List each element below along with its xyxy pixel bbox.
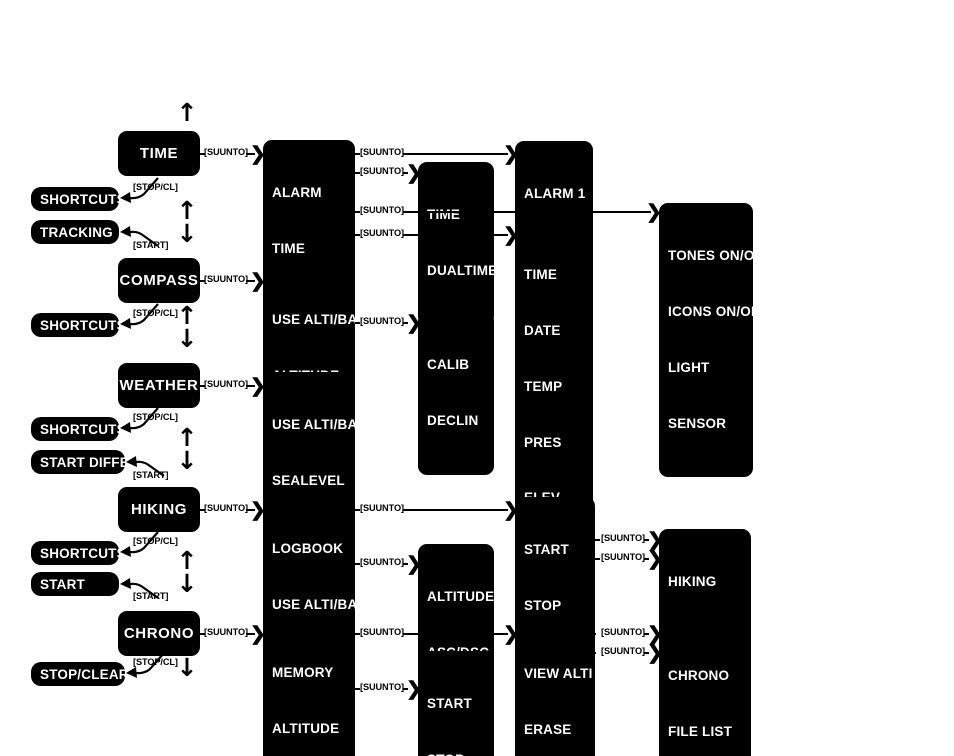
menu-item-calib[interactable]: CALIB bbox=[427, 356, 485, 375]
key-label-suunto-hiking: [SUUNTO] bbox=[204, 503, 248, 513]
pill-weather-shortcuts[interactable]: SHORTCUTS bbox=[31, 417, 126, 441]
menu-item-time[interactable]: TIME bbox=[272, 240, 346, 259]
menu-item-unit-date[interactable]: DATE bbox=[524, 322, 584, 341]
menu-box-time-sub[interactable]: TIME DUALTIME bbox=[418, 162, 497, 325]
menu-item-time-sub[interactable]: TIME bbox=[427, 206, 485, 225]
menu-item-unit-temp[interactable]: TEMP bbox=[524, 378, 584, 397]
menu-item-altitude-chrono[interactable]: ALTITUDE bbox=[272, 720, 346, 739]
menu-item-sealevel[interactable]: SEALEVEL bbox=[272, 472, 346, 491]
connector-view-stub bbox=[595, 539, 600, 541]
key-label-suunto-alarm: [SUUNTO] bbox=[360, 147, 404, 157]
connector-alarm-to-alarms bbox=[403, 153, 508, 155]
pill-chrono-stop-clear[interactable]: STOP/CLEAR bbox=[31, 662, 129, 686]
key-label-suunto-viewalti: [SUUNTO] bbox=[601, 627, 645, 637]
pill-hiking-start[interactable]: START bbox=[31, 572, 119, 596]
menu-item-unit-pres[interactable]: PRES bbox=[524, 434, 584, 453]
hook-weather-shortcuts bbox=[118, 406, 162, 436]
connector-viewalti-stub bbox=[591, 633, 596, 635]
menu-item-sensor[interactable]: SENSOR bbox=[668, 415, 744, 434]
menu-item-filelist-filelist[interactable]: FILE LIST bbox=[668, 723, 742, 742]
menu-item-logbook-start[interactable]: START bbox=[524, 541, 586, 560]
menu-box-general[interactable]: TONES ON/OFF ICONS ON/OFF LIGHT SENSOR bbox=[659, 203, 771, 478]
pill-time-shortcuts[interactable]: SHORTCUTS bbox=[31, 187, 126, 211]
menu-item-icons-onoff[interactable]: ICONS ON/OFF bbox=[668, 303, 768, 322]
hook-hiking-start bbox=[118, 576, 162, 602]
menu-item-chrono-erase[interactable]: ERASE bbox=[524, 721, 582, 740]
connector-compass-stub bbox=[200, 280, 205, 282]
menu-item-reminder-stop[interactable]: STOP bbox=[427, 751, 485, 756]
menu-item-tones-onoff[interactable]: TONES ON/OFF bbox=[668, 247, 771, 266]
hook-time-tracking bbox=[118, 224, 162, 250]
key-label-suunto-weather: [SUUNTO] bbox=[204, 379, 248, 389]
key-label-suunto-compass-sub: [SUUNTO] bbox=[360, 316, 404, 326]
menu-item-use-alti-baro-compass[interactable]: USE ALTI/BARO bbox=[272, 311, 378, 330]
diagram-canvas: ↑ TIME [SUUNTO] ❯ ALARM TIME DATE GENERA… bbox=[0, 0, 954, 756]
nav-arrow-down-hiking-chrono: ↓ bbox=[176, 569, 198, 598]
menu-item-use-alti-baro-weather[interactable]: USE ALTI/BARO bbox=[272, 416, 378, 435]
nav-arrow-up-top: ↑ bbox=[176, 98, 198, 127]
key-label-suunto-erase: [SUUNTO] bbox=[601, 552, 645, 562]
menu-item-use-alti-baro-hiking[interactable]: USE ALTI/BARO bbox=[272, 596, 378, 615]
menu-item-memory-chrono[interactable]: MEMORY bbox=[272, 664, 346, 683]
menu-box-compass-sub[interactable]: CALIB DECLIN bbox=[418, 312, 494, 475]
nav-arrow-down-time-compass: ↓ bbox=[176, 219, 198, 248]
pill-compass-shortcuts[interactable]: SHORTCUTS bbox=[31, 313, 126, 337]
menu-box-chrono-reminder[interactable]: START STOP INT bbox=[418, 651, 494, 756]
mode-box-chrono[interactable]: CHRONO bbox=[118, 611, 200, 656]
nav-arrow-down-compass-weather: ↓ bbox=[176, 324, 198, 353]
menu-box-chrono-memory[interactable]: VIEW ALTI ERASE INTERVAL bbox=[515, 621, 592, 756]
connector-general-to-tones bbox=[403, 211, 651, 213]
menu-item-logbook[interactable]: LOGBOOK bbox=[272, 540, 346, 559]
key-label-suunto-hiking-alarms: [SUUNTO] bbox=[360, 557, 404, 567]
connector-chrono-stub bbox=[200, 633, 205, 635]
menu-item-filelist-chrono[interactable]: CHRONO bbox=[668, 667, 742, 686]
mode-box-hiking[interactable]: HIKING bbox=[118, 487, 200, 532]
menu-box-chrono-main[interactable]: MEMORY ALTITUDE USE ALTI/BARO REMINDER bbox=[263, 620, 355, 756]
nav-arrow-down-weather-hiking: ↓ bbox=[176, 446, 198, 475]
hook-chrono-stop-clear bbox=[124, 651, 168, 681]
connector-time-to-mainmenu bbox=[200, 153, 205, 155]
key-label-suunto-time-main: [SUUNTO] bbox=[204, 147, 248, 157]
nav-arrow-down-chrono: ↓ bbox=[176, 653, 198, 682]
key-label-suunto-timesub: [SUUNTO] bbox=[360, 166, 404, 176]
menu-item-dualtime[interactable]: DUALTIME bbox=[427, 262, 497, 281]
hook-weather-start-differ bbox=[124, 454, 168, 480]
menu-item-alarm-1[interactable]: ALARM 1 bbox=[524, 185, 585, 204]
menu-item-light[interactable]: LIGHT bbox=[668, 359, 744, 378]
connector-chrono-memory-to-list bbox=[403, 633, 508, 635]
pill-time-tracking[interactable]: TRACKING bbox=[31, 220, 119, 244]
hook-hiking-shortcuts bbox=[118, 530, 162, 560]
key-label-suunto-chronoerase: [SUUNTO] bbox=[601, 646, 645, 656]
connector-erase-stub bbox=[595, 558, 600, 560]
menu-item-view-alti[interactable]: VIEW ALTI bbox=[524, 665, 592, 684]
pill-hiking-shortcuts[interactable]: SHORTCUTS bbox=[31, 541, 126, 565]
key-label-suunto-compass: [SUUNTO] bbox=[204, 274, 248, 284]
connector-chronoerase-stub bbox=[591, 652, 596, 654]
menu-item-loglist-hiking[interactable]: HIKING bbox=[668, 573, 742, 592]
menu-item-declin[interactable]: DECLIN bbox=[427, 412, 485, 431]
connector-units-to-unitlist bbox=[403, 234, 508, 236]
key-label-suunto-reminder: [SUUNTO] bbox=[360, 682, 404, 692]
connector-weather-stub bbox=[200, 385, 205, 387]
connector-hiking-stub bbox=[200, 509, 205, 511]
key-label-suunto-chrono-memory: [SUUNTO] bbox=[360, 627, 404, 637]
menu-item-alarm-altitude[interactable]: ALTITUDE bbox=[427, 588, 494, 607]
key-label-suunto-logbook: [SUUNTO] bbox=[360, 503, 404, 513]
hook-compass-shortcuts bbox=[118, 302, 162, 332]
mode-box-compass[interactable]: COMPASS bbox=[118, 258, 200, 303]
key-label-suunto-general: [SUUNTO] bbox=[360, 205, 404, 215]
hook-time-shortcuts bbox=[118, 176, 162, 206]
connector-logbook-to-list bbox=[403, 509, 508, 511]
key-label-suunto-chrono: [SUUNTO] bbox=[204, 627, 248, 637]
menu-item-unit-time[interactable]: TIME bbox=[524, 266, 584, 285]
key-label-suunto-view: [SUUNTO] bbox=[601, 533, 645, 543]
mode-box-weather[interactable]: WEATHER bbox=[118, 363, 200, 408]
mode-box-time[interactable]: TIME bbox=[118, 131, 200, 176]
menu-item-reminder-start[interactable]: START bbox=[427, 695, 485, 714]
menu-box-chrono-file-list[interactable]: CHRONO FILE LIST bbox=[659, 623, 751, 756]
menu-item-alarm[interactable]: ALARM bbox=[272, 184, 346, 203]
key-label-suunto-units: [SUUNTO] bbox=[360, 228, 404, 238]
pill-weather-start-differ[interactable]: START DIFFER bbox=[31, 450, 139, 474]
menu-item-logbook-stop[interactable]: STOP bbox=[524, 597, 586, 616]
